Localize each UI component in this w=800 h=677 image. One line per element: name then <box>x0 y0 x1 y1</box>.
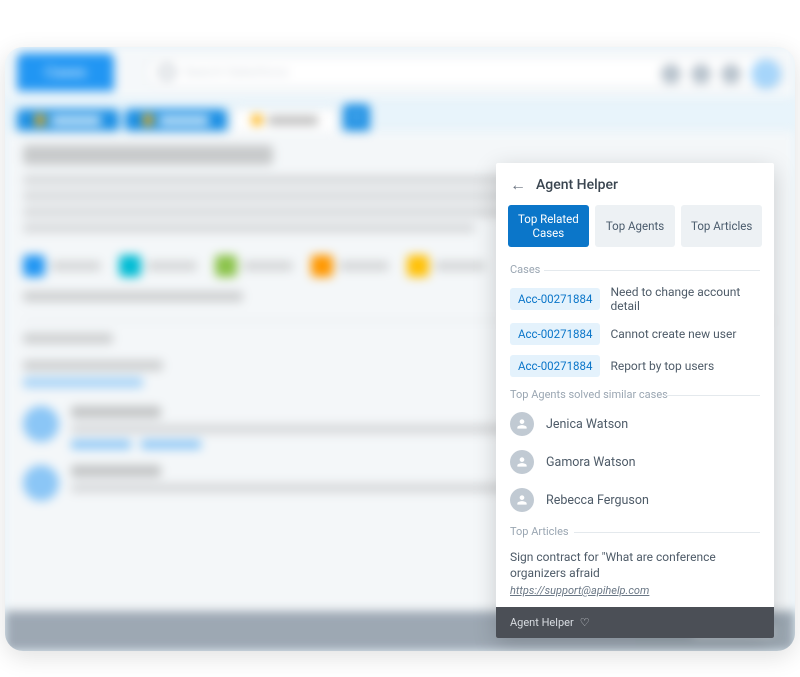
section-label-articles: Top Articles <box>496 521 774 542</box>
case-title-text: Report by top users <box>610 359 714 373</box>
panel-title: Agent Helper <box>536 177 618 193</box>
case-description-line <box>23 223 475 233</box>
tab-status-icon <box>35 115 45 125</box>
header-icon-1[interactable] <box>661 64 681 84</box>
article-title-text: Sign contract for "What are conference o… <box>510 550 760 581</box>
community-icon <box>215 255 237 277</box>
sort-link[interactable] <box>23 377 143 388</box>
filter-label <box>23 360 163 371</box>
feed-action-link[interactable] <box>71 440 131 449</box>
feed-comment <box>71 424 565 434</box>
agent-name-text: Jenica Watson <box>546 417 628 432</box>
agent-item[interactable]: Gamora Watson <box>496 443 774 481</box>
feed-username[interactable] <box>71 406 161 418</box>
header-avatar-icon[interactable] <box>751 59 781 89</box>
user-avatar-icon[interactable] <box>23 406 59 442</box>
heart-icon[interactable]: ♡ <box>580 616 590 629</box>
panel-footer: Agent Helper ♡ <box>496 607 774 638</box>
feed-username[interactable] <box>71 465 161 477</box>
file-icon <box>407 255 429 277</box>
agent-helper-panel: ← Agent Helper Top Related Cases Top Age… <box>496 163 774 638</box>
case-item[interactable]: Acc-00271884 Need to change account deta… <box>496 280 774 318</box>
action-change[interactable] <box>311 255 389 277</box>
person-icon <box>510 450 534 474</box>
action-file[interactable] <box>407 255 485 277</box>
record-tabs: + <box>5 97 795 131</box>
record-tab-active[interactable] <box>233 108 337 131</box>
post-icon <box>23 255 45 277</box>
action-post[interactable] <box>23 255 101 277</box>
section-label-cases: Cases <box>496 259 774 280</box>
add-tab-button[interactable]: + <box>343 104 370 131</box>
panel-footer-label: Agent Helper <box>510 616 574 629</box>
agent-item[interactable]: Rebecca Ferguson <box>496 481 774 519</box>
case-item[interactable]: Acc-00271884 Cannot create new user <box>496 318 774 350</box>
change-icon <box>311 255 333 277</box>
agent-item[interactable]: Jenica Watson <box>496 405 774 443</box>
agent-name-text: Gamora Watson <box>546 455 636 470</box>
panel-tab-row: Top Related Cases Top Agents Top Article… <box>496 205 774 257</box>
header-icon-2[interactable] <box>691 64 711 84</box>
action-log[interactable] <box>119 255 197 277</box>
back-arrow-icon[interactable]: ← <box>510 175 526 195</box>
case-id-pill[interactable]: Acc-00271884 <box>510 288 600 310</box>
case-title-text: Cannot create new user <box>610 327 736 341</box>
log-icon <box>119 255 141 277</box>
feed-action-link[interactable] <box>141 440 201 449</box>
record-tab-1[interactable] <box>17 109 119 131</box>
main-tab-cases[interactable]: Cases <box>17 53 114 91</box>
case-id-pill[interactable]: Acc-00271884 <box>510 355 600 377</box>
person-icon <box>510 412 534 436</box>
panel-header: ← Agent Helper <box>496 163 774 205</box>
header-icon-tray <box>661 59 781 89</box>
case-title <box>23 145 273 165</box>
tab-status-icon <box>252 115 262 125</box>
article-link[interactable]: https://support@apihelp.com <box>510 584 760 597</box>
case-id-pill[interactable]: Acc-00271884 <box>510 323 600 345</box>
case-title-text: Need to change account detail <box>610 285 760 313</box>
tab-status-icon <box>143 115 153 125</box>
tab-top-agents[interactable]: Top Agents <box>595 205 676 247</box>
tab-top-related-cases[interactable]: Top Related Cases <box>508 205 589 247</box>
user-avatar-icon[interactable] <box>23 465 59 501</box>
app-frame: Cases Search Salesforce + <box>5 47 795 651</box>
tab-top-articles[interactable]: Top Articles <box>681 205 762 247</box>
search-placeholder: Search Salesforce <box>183 65 288 80</box>
instruction-text <box>23 291 243 302</box>
agent-name-text: Rebecca Ferguson <box>546 493 649 508</box>
header-icon-3[interactable] <box>721 64 741 84</box>
action-community[interactable] <box>215 255 293 277</box>
section-label-agents: Top Agents solved similar cases <box>496 384 774 405</box>
record-tab-2[interactable] <box>125 109 227 131</box>
article-item[interactable]: Sign contract for "What are conference o… <box>496 542 774 607</box>
case-item[interactable]: Acc-00271884 Report by top users <box>496 350 774 382</box>
person-icon <box>510 488 534 512</box>
section-heading <box>23 333 113 344</box>
